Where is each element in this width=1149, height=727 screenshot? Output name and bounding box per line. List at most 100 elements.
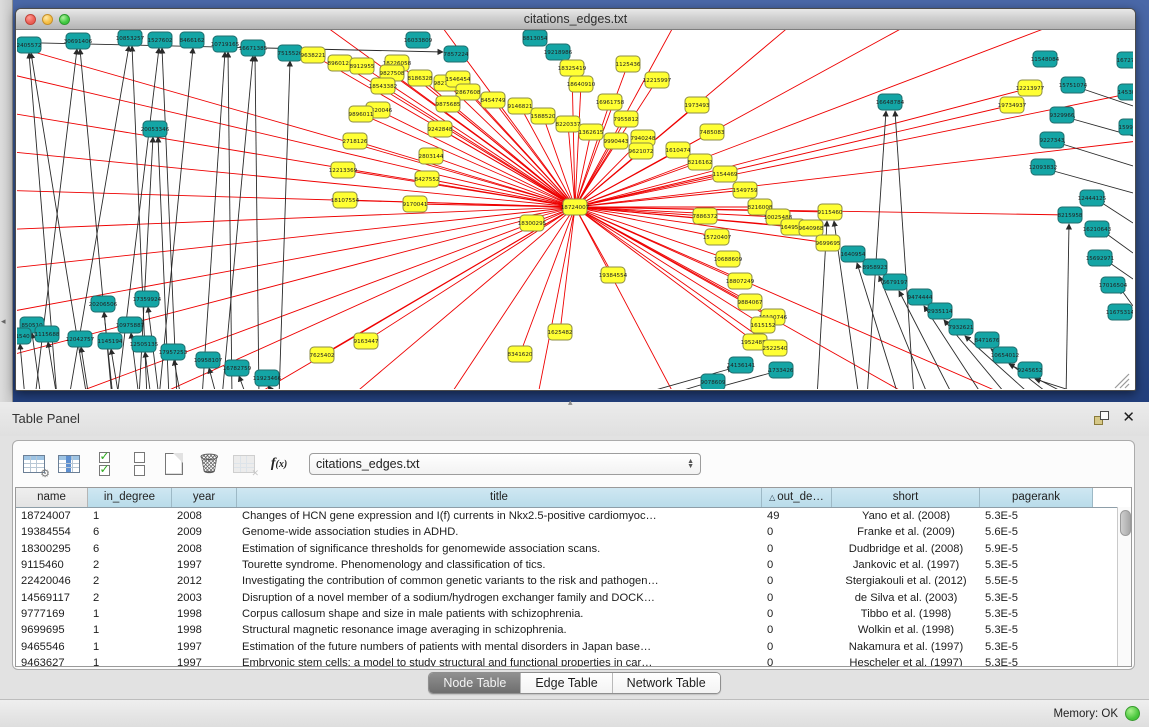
- network-node[interactable]: 11675314: [1106, 304, 1133, 320]
- network-node[interactable]: 1453082: [1118, 84, 1133, 100]
- tab-network-table[interactable]: Network Table: [613, 673, 720, 693]
- network-node[interactable]: 7857224: [444, 46, 469, 62]
- network-node[interactable]: 19384554: [599, 267, 628, 283]
- network-node[interactable]: 6679197: [883, 274, 908, 290]
- table-row[interactable]: 946554611997Estimation of the future num…: [16, 638, 1131, 654]
- network-node[interactable]: 1615152: [751, 317, 776, 333]
- network-node[interactable]: 19734937: [998, 97, 1027, 113]
- network-node[interactable]: 1154469: [713, 166, 738, 182]
- unselect-rows-icon[interactable]: [126, 451, 152, 477]
- tab-edge-table[interactable]: Edge Table: [521, 673, 612, 693]
- network-node[interactable]: 391540: [17, 328, 31, 344]
- west-panel-strip[interactable]: ◂: [0, 0, 13, 402]
- network-node[interactable]: 9146821: [508, 98, 533, 114]
- network-node[interactable]: 16033809: [404, 32, 433, 48]
- network-node[interactable]: 2522540: [763, 340, 788, 356]
- column-header-name[interactable]: name: [16, 488, 88, 507]
- network-node[interactable]: 8341620: [508, 346, 533, 362]
- network-node[interactable]: 16961758: [596, 94, 625, 110]
- network-node[interactable]: 20053346: [141, 121, 170, 137]
- network-node[interactable]: 9170041: [403, 196, 428, 212]
- network-node[interactable]: 18640910: [567, 76, 596, 92]
- network-node[interactable]: 1588520: [531, 108, 556, 124]
- network-node[interactable]: 2405572: [17, 37, 41, 53]
- network-node[interactable]: 8216162: [688, 154, 713, 170]
- network-node[interactable]: 8220337: [556, 116, 581, 132]
- network-node[interactable]: 8912955: [350, 58, 375, 74]
- network-node[interactable]: 16782759: [223, 360, 252, 376]
- table-selector-dropdown[interactable]: citations_edges.txt ▲▼: [309, 453, 701, 475]
- network-node[interactable]: 8813054: [523, 30, 548, 46]
- network-node[interactable]: 1599304: [1119, 119, 1133, 135]
- network-node[interactable]: 16671385: [239, 40, 268, 56]
- table-row[interactable]: 1456911722003Disruption of a novel membe…: [16, 589, 1131, 605]
- network-node[interactable]: 9884067: [738, 294, 763, 310]
- network-node[interactable]: 18300295: [518, 215, 547, 231]
- network-node[interactable]: 8958923: [863, 259, 888, 275]
- network-node[interactable]: 10719165: [211, 36, 240, 52]
- network-node[interactable]: 1640954: [841, 246, 866, 262]
- resize-grip-icon[interactable]: [1125, 384, 1129, 388]
- column-header-short[interactable]: short: [832, 488, 980, 507]
- network-node[interactable]: 1625482: [548, 324, 573, 340]
- network-node[interactable]: 9896011: [349, 106, 374, 122]
- network-node[interactable]: 8454749: [481, 92, 506, 108]
- network-node[interactable]: 10853257: [116, 30, 145, 46]
- network-node[interactable]: 1610474: [666, 142, 691, 158]
- collapse-arrow-icon[interactable]: ◂: [1, 316, 6, 327]
- table-row[interactable]: 1938455462009Genome-wide association stu…: [16, 524, 1131, 540]
- table-row[interactable]: 1830029562008Estimation of significance …: [16, 541, 1131, 557]
- network-node[interactable]: 14136141: [727, 357, 756, 373]
- network-node[interactable]: 9078609: [701, 374, 726, 389]
- table-settings-icon[interactable]: ⚙: [21, 451, 47, 477]
- network-node[interactable]: 2935114: [928, 303, 953, 319]
- network-node[interactable]: 9242848: [428, 121, 453, 137]
- network-node[interactable]: 2803144: [419, 148, 444, 164]
- network-node[interactable]: 17957253: [159, 344, 188, 360]
- network-node[interactable]: 15720407: [703, 229, 732, 245]
- select-all-rows-icon[interactable]: [91, 451, 117, 477]
- function-builder-icon[interactable]: f(x): [266, 451, 292, 477]
- network-node[interactable]: 20206506: [89, 296, 118, 312]
- network-node[interactable]: 18107554: [331, 192, 360, 208]
- column-header-title[interactable]: title: [237, 488, 762, 507]
- resize-grip-icon[interactable]: [1120, 379, 1129, 388]
- network-node[interactable]: 16648784: [876, 94, 905, 110]
- network-node[interactable]: 12093832: [1029, 159, 1057, 175]
- network-node[interactable]: 17359924: [133, 291, 162, 307]
- new-column-icon[interactable]: [161, 451, 187, 477]
- network-node[interactable]: 9163447: [354, 333, 379, 349]
- network-node[interactable]: 7625402: [310, 347, 335, 363]
- network-node[interactable]: 9329966: [1050, 107, 1075, 123]
- delete-table-icon[interactable]: ✕: [231, 451, 257, 477]
- network-node[interactable]: 9699695: [816, 235, 841, 251]
- network-node[interactable]: 9474444: [908, 289, 933, 305]
- network-node[interactable]: 7485083: [700, 124, 725, 140]
- network-node[interactable]: 1115688: [35, 326, 60, 342]
- delete-column-icon[interactable]: 🗑: [196, 451, 222, 477]
- network-node[interactable]: 8466162: [180, 32, 205, 48]
- network-node[interactable]: 12042757: [66, 331, 95, 347]
- network-node[interactable]: 18724007: [561, 199, 590, 215]
- close-panel-icon[interactable]: ✕: [1122, 408, 1135, 426]
- network-node[interactable]: 8215958: [1058, 207, 1083, 223]
- table-row[interactable]: 946362711997Embryonic stem cells: a mode…: [16, 655, 1131, 667]
- network-node[interactable]: 12444125: [1078, 190, 1107, 206]
- network-node[interactable]: 9990443: [604, 133, 629, 149]
- table-row[interactable]: 2242004622012Investigating the contribut…: [16, 573, 1131, 589]
- network-node[interactable]: 11548084: [1031, 51, 1060, 67]
- network-node[interactable]: 15751074: [1059, 77, 1088, 93]
- network-node[interactable]: 12213369: [329, 162, 358, 178]
- citation-network-graph[interactable]: 1872400724055723069140610853257152760284…: [17, 30, 1133, 389]
- network-node[interactable]: 17016504: [1099, 277, 1128, 293]
- network-node[interactable]: 16210643: [1083, 221, 1112, 237]
- network-node[interactable]: 1527602: [148, 32, 173, 48]
- network-node[interactable]: 9115460: [818, 204, 843, 220]
- network-node[interactable]: 19218986: [544, 44, 573, 60]
- network-node[interactable]: 7955812: [614, 111, 639, 127]
- network-node[interactable]: 9245652: [1018, 362, 1043, 378]
- network-node[interactable]: 10958107: [194, 352, 223, 368]
- table-row[interactable]: 977716911998Corpus callosum shape and si…: [16, 606, 1131, 622]
- network-node[interactable]: 9621072: [629, 143, 654, 159]
- vertical-scrollbar[interactable]: [1117, 507, 1131, 666]
